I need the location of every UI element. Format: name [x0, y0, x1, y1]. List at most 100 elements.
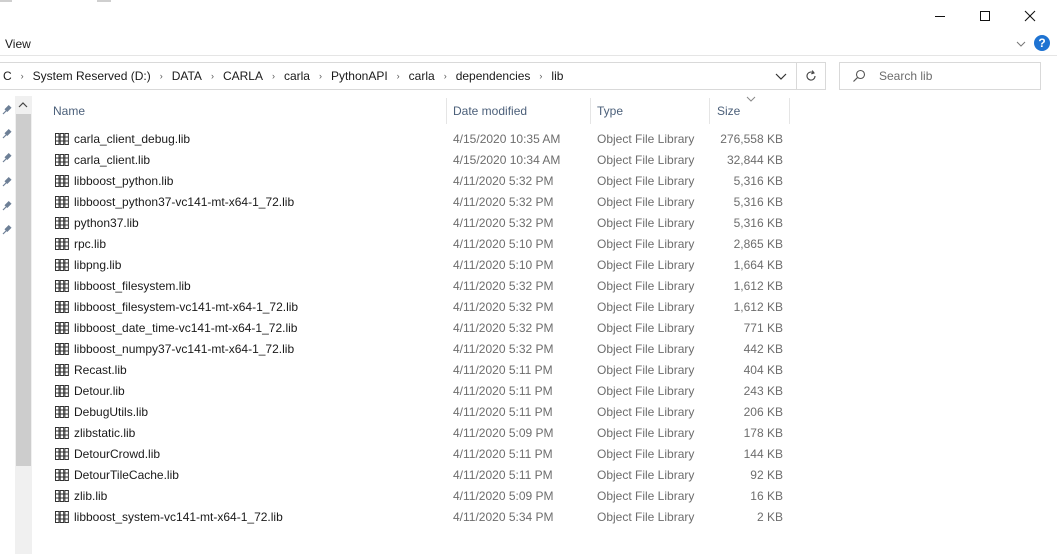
file-date-modified: 4/11/2020 5:10 PM: [453, 237, 554, 251]
column-divider[interactable]: [590, 98, 591, 124]
file-row[interactable]: libboost_date_time-vc141-mt-x64-1_72.lib…: [32, 318, 792, 339]
file-size: 5,316 KB: [733, 216, 783, 230]
close-button[interactable]: [1007, 0, 1053, 32]
file-row[interactable]: zlib.lib 4/11/2020 5:09 PM Object File Lib…: [32, 486, 792, 507]
breadcrumb-separator-icon[interactable]: ›: [533, 71, 548, 81]
library-file-icon: [55, 259, 69, 271]
file-type: Object File Library: [597, 405, 695, 419]
breadcrumb-item[interactable]: carla: [281, 69, 313, 83]
file-size: 2,865 KB: [733, 237, 783, 251]
column-header-name[interactable]: Name: [53, 98, 85, 124]
file-row[interactable]: libboost_filesystem-vc141-mt-x64-1_72.li…: [32, 297, 792, 318]
file-size: 243 KB: [743, 384, 783, 398]
file-size: 92 KB: [750, 468, 783, 482]
breadcrumb-separator-icon[interactable]: ›: [154, 71, 169, 81]
file-row[interactable]: libboost_python37-vc141-mt-x64-1_72.lib 4…: [32, 192, 792, 213]
file-name: DetourTileCache.lib: [74, 468, 179, 482]
library-file-icon: [55, 217, 69, 229]
scroll-thumb[interactable]: [16, 114, 31, 466]
file-row[interactable]: libpng.lib 4/11/2020 5:10 PM Object File L…: [32, 255, 792, 276]
breadcrumb-item[interactable]: CARLA: [220, 69, 266, 83]
breadcrumb-item[interactable]: C: [0, 69, 15, 83]
file-type: Object File Library: [597, 489, 695, 503]
file-row[interactable]: carla_client_debug.lib 4/15/2020 10:35 AM…: [32, 129, 792, 150]
address-bar[interactable]: C › System Reserved (D:) › DATA › CARLA › carla ›…: [0, 62, 797, 90]
library-file-icon: [55, 490, 69, 502]
chevron-down-icon[interactable]: [1015, 38, 1027, 50]
file-size: 1,612 KB: [733, 300, 783, 314]
file-name: zlibstatic.lib: [74, 426, 136, 440]
column-divider[interactable]: [789, 98, 790, 124]
pin-icon[interactable]: [1, 104, 13, 116]
file-date-modified: 4/11/2020 5:11 PM: [453, 447, 553, 461]
maximize-button[interactable]: [962, 0, 1008, 32]
file-row[interactable]: zlibstatic.lib 4/11/2020 5:09 PM Object Fi…: [32, 423, 792, 444]
column-divider[interactable]: [709, 98, 710, 124]
file-row[interactable]: Detour.lib 4/11/2020 5:11 PM Object File L…: [32, 381, 792, 402]
file-name: libboost_python.lib: [74, 174, 174, 188]
file-row[interactable]: Recast.lib 4/11/2020 5:11 PM Object File L…: [32, 360, 792, 381]
file-date-modified: 4/11/2020 5:32 PM: [453, 321, 554, 335]
pin-icon[interactable]: [1, 176, 13, 188]
breadcrumb-separator-icon[interactable]: ›: [15, 71, 30, 81]
file-row[interactable]: DebugUtils.lib 4/11/2020 5:11 PM Object Fi…: [32, 402, 792, 423]
file-row[interactable]: libboost_numpy37-vc141-mt-x64-1_72.lib 4/…: [32, 339, 792, 360]
chevron-down-icon[interactable]: [774, 72, 788, 82]
file-name: DetourCrowd.lib: [74, 447, 161, 461]
breadcrumb-separator-icon[interactable]: ›: [313, 71, 328, 81]
file-row[interactable]: DetourCrowd.lib 4/11/2020 5:11 PM Object F…: [32, 444, 792, 465]
help-icon[interactable]: ?: [1034, 35, 1050, 51]
file-name: libboost_filesystem-vc141-mt-x64-1_72.li…: [74, 300, 299, 314]
file-size: 5,316 KB: [733, 174, 783, 188]
file-type: Object File Library: [597, 342, 695, 356]
file-date-modified: 4/11/2020 5:11 PM: [453, 405, 553, 419]
file-type: Object File Library: [597, 300, 695, 314]
search-box[interactable]: [839, 62, 1041, 90]
file-type: Object File Library: [597, 279, 695, 293]
chevron-up-icon[interactable]: [17, 100, 29, 110]
breadcrumb-item[interactable]: lib: [548, 69, 566, 83]
column-header-type[interactable]: Type: [597, 98, 623, 124]
file-name: python37.lib: [74, 216, 139, 230]
breadcrumb-item[interactable]: carla: [406, 69, 438, 83]
pin-icon[interactable]: [1, 128, 13, 140]
file-row[interactable]: DetourTileCache.lib 4/11/2020 5:11 PM Obje…: [32, 465, 792, 486]
breadcrumb-separator-icon[interactable]: ›: [266, 71, 281, 81]
file-size: 32,844 KB: [726, 153, 783, 167]
minimize-button[interactable]: [917, 0, 963, 32]
pin-icon[interactable]: [1, 224, 13, 236]
breadcrumb-separator-icon[interactable]: ›: [205, 71, 220, 81]
breadcrumb-item[interactable]: PythonAPI: [328, 69, 391, 83]
file-row[interactable]: rpc.lib 4/11/2020 5:10 PM Object File Libr…: [32, 234, 792, 255]
column-header-size[interactable]: Size: [717, 98, 740, 124]
breadcrumb-separator-icon[interactable]: ›: [391, 71, 406, 81]
column-divider[interactable]: [446, 98, 447, 124]
search-input[interactable]: [879, 69, 1039, 83]
file-date-modified: 4/11/2020 5:11 PM: [453, 363, 553, 377]
file-name: libboost_numpy37-vc141-mt-x64-1_72.lib: [74, 342, 295, 356]
file-row[interactable]: libboost_python.lib 4/11/2020 5:32 PM Obje…: [32, 171, 792, 192]
file-size: 771 KB: [743, 321, 783, 335]
file-row[interactable]: python37.lib 4/11/2020 5:32 PM Object File…: [32, 213, 792, 234]
file-row[interactable]: libboost_system-vc141-mt-x64-1_72.lib 4/1…: [32, 507, 792, 528]
file-row[interactable]: carla_client.lib 4/15/2020 10:34 AM Object…: [32, 150, 792, 171]
file-size: 442 KB: [743, 342, 783, 356]
breadcrumb-item[interactable]: DATA: [169, 69, 205, 83]
file-type: Object File Library: [597, 321, 695, 335]
library-file-icon: [55, 343, 69, 355]
library-file-icon: [55, 406, 69, 418]
breadcrumb-item[interactable]: dependencies: [453, 69, 534, 83]
file-name: libpng.lib: [74, 258, 122, 272]
file-date-modified: 4/11/2020 5:32 PM: [453, 216, 554, 230]
refresh-button[interactable]: [797, 62, 826, 90]
nav-scrollbar[interactable]: [15, 96, 32, 554]
file-row[interactable]: libboost_filesystem.lib 4/11/2020 5:32 PM…: [32, 276, 792, 297]
tab-view[interactable]: View: [5, 37, 31, 51]
breadcrumb-item[interactable]: System Reserved (D:): [30, 69, 154, 83]
library-file-icon: [55, 175, 69, 187]
file-type: Object File Library: [597, 195, 695, 209]
column-header-date[interactable]: Date modified: [453, 98, 527, 124]
pin-icon[interactable]: [1, 200, 13, 212]
breadcrumb-separator-icon[interactable]: ›: [438, 71, 453, 81]
pin-icon[interactable]: [1, 152, 13, 164]
